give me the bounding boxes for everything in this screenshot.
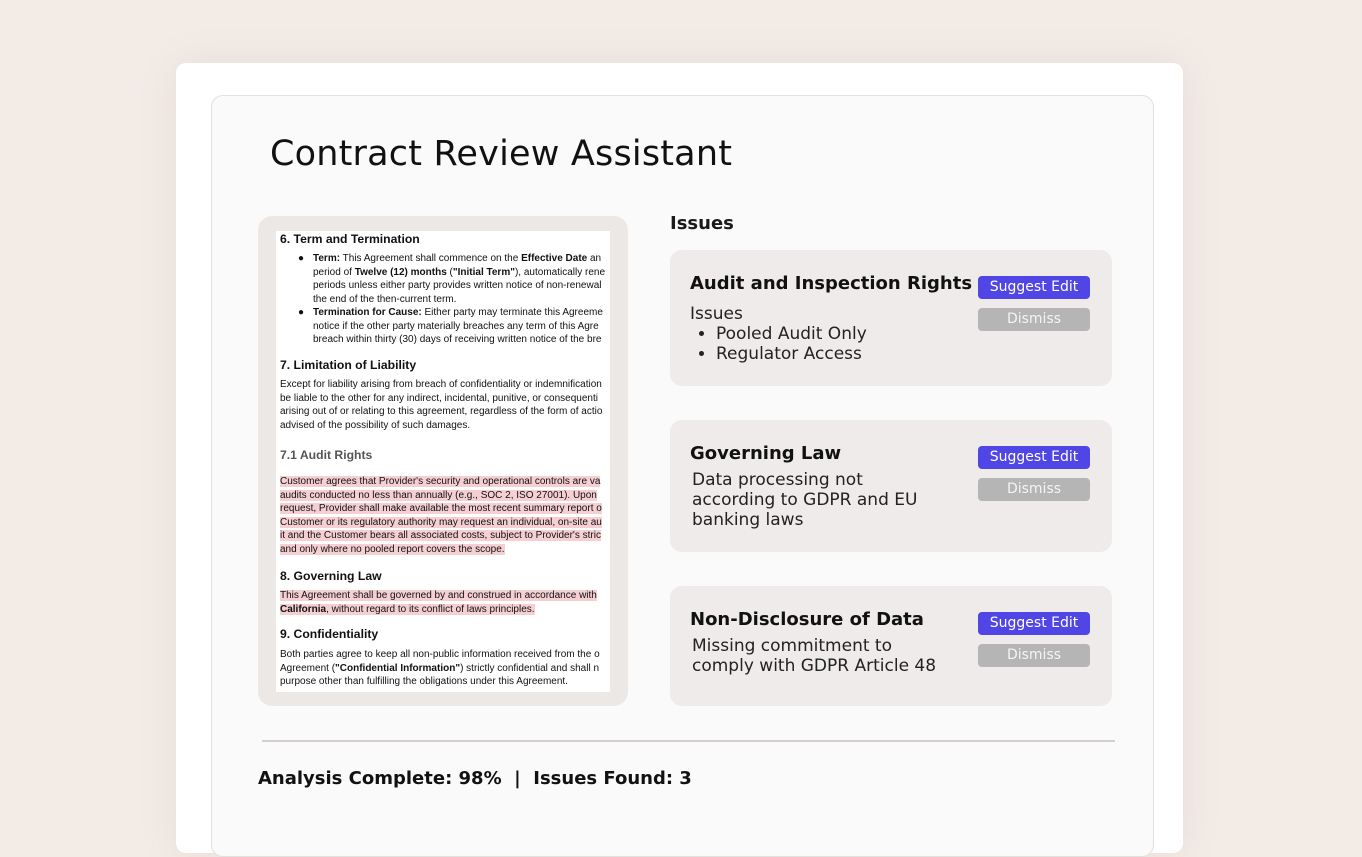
highlighted-line: This Agreement shall be governed by and … [280, 590, 597, 601]
section-heading-governing-law: 8. Governing Law [280, 569, 382, 583]
doc-line: Except for liability arising from breach… [280, 379, 602, 390]
doc-line: breach within thirty (30) days of receiv… [313, 334, 602, 345]
section-heading-confidentiality: 9. Confidentiality [280, 627, 379, 641]
section-heading-term: 6. Term and Termination [280, 232, 420, 246]
doc-line: notice if the other party materially bre… [313, 320, 599, 332]
issue-card-non-disclosure: Non-Disclosure of Data Missing commitmen… [670, 586, 1112, 706]
issues-heading: Issues [670, 213, 734, 234]
suggest-edit-button[interactable]: Suggest Edit [978, 276, 1090, 299]
highlighted-line: California, without regard to its confli… [280, 603, 535, 615]
document-page[interactable]: 6. Term and Termination ● Term: This Agr… [276, 231, 610, 692]
issue-body-line: comply with GDPR Article 48 [692, 656, 937, 676]
doc-line: purpose other than fulfilling the obliga… [280, 676, 568, 687]
divider [262, 740, 1115, 742]
bullet-dot: ● [298, 253, 305, 264]
doc-line: arising out of or relating to this agree… [280, 406, 603, 417]
suggest-edit-button[interactable]: Suggest Edit [978, 446, 1090, 469]
highlighted-line: it and the Customer bears all associated… [280, 530, 601, 541]
issue-title: Audit and Inspection Rights [690, 273, 973, 294]
issue-card-audit: Audit and Inspection Rights Issues Poole… [670, 250, 1112, 386]
highlighted-line: Customer agrees that Provider's security… [280, 476, 601, 487]
issue-bullet: Regulator Access [716, 344, 867, 364]
doc-line: Agreement ("Confidential Information") s… [280, 662, 600, 674]
status-bar: Analysis Complete: 98% | Issues Found: 3 [258, 768, 692, 789]
doc-line: the end of the then-current term. [313, 293, 457, 305]
issue-body-line: Missing commitment to [692, 636, 892, 656]
highlighted-line: and only where no pooled report covers t… [280, 543, 505, 555]
issue-bullet: Pooled Audit Only [716, 324, 867, 344]
issue-subtitle: Issues [690, 304, 743, 324]
dismiss-button[interactable]: Dismiss [978, 478, 1090, 501]
doc-line: Termination for Cause: Either party may … [313, 307, 603, 318]
page-title: Contract Review Assistant [270, 134, 733, 174]
doc-line: period of Twelve (12) months ("Initial T… [313, 266, 606, 278]
issue-body-line: banking laws [692, 510, 804, 530]
dismiss-button[interactable]: Dismiss [978, 308, 1090, 331]
issue-title: Non-Disclosure of Data [690, 609, 924, 630]
doc-line: advised of the possibility of such damag… [280, 419, 471, 431]
highlighted-line: request, Provider shall make available t… [280, 503, 602, 514]
highlighted-line: audits conducted no less than annually (… [280, 489, 597, 501]
section-heading-liability: 7. Limitation of Liability [280, 358, 417, 372]
suggest-edit-button[interactable]: Suggest Edit [978, 612, 1090, 635]
doc-line: periods unless either party provides wri… [313, 280, 602, 291]
issue-body-line: Data processing not [692, 470, 863, 490]
issue-card-governing-law: Governing Law Data processing not accord… [670, 420, 1112, 552]
issue-body-line: according to GDPR and EU [692, 490, 918, 510]
issue-title: Governing Law [690, 443, 842, 464]
bullet-dot: ● [298, 307, 305, 318]
issue-body: Data processing not according to GDPR an… [692, 470, 917, 530]
issue-body: Missing commitment to comply with GDPR A… [692, 636, 936, 676]
doc-line: be liable to the other for any indirect,… [280, 392, 598, 404]
dismiss-button[interactable]: Dismiss [978, 644, 1090, 667]
doc-line: Term: This Agreement shall commence on t… [313, 253, 602, 264]
issue-body: Issues Pooled Audit Only Regulator Acces… [690, 304, 867, 364]
section-heading-audit: 7.1 Audit Rights [280, 448, 373, 462]
doc-line: Both parties agree to keep all non-publi… [280, 649, 600, 660]
highlighted-line: Customer or its regulatory authority may… [280, 516, 602, 528]
